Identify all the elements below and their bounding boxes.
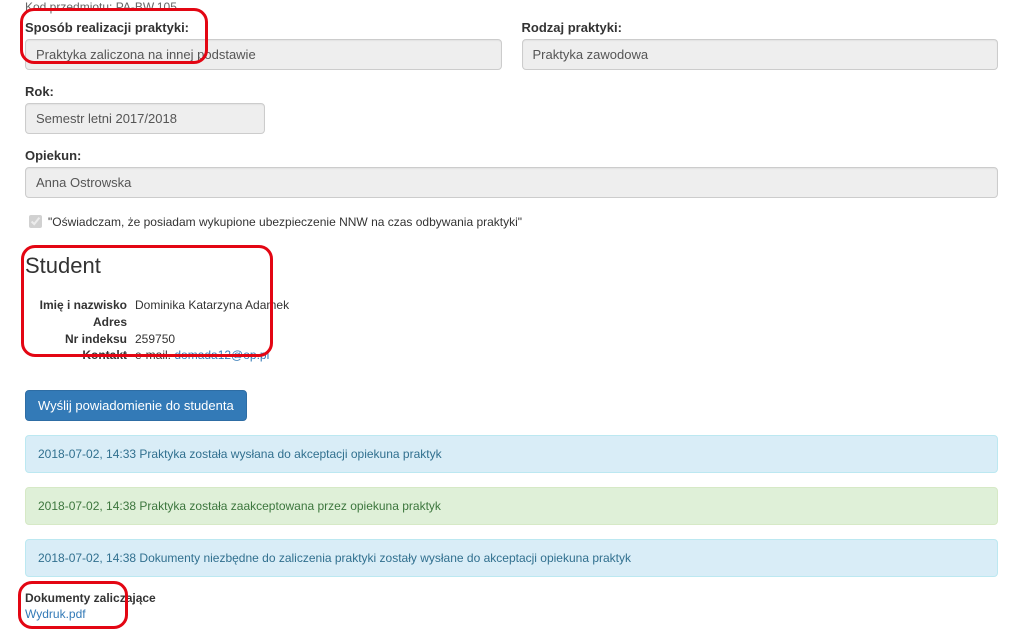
student-name: Dominika Katarzyna Adamek xyxy=(135,297,289,314)
log-entry: 2018-07-02, 14:38 Praktyka została zaakc… xyxy=(25,487,998,525)
highlight-docs xyxy=(18,581,128,629)
student-kontakt: e-mail. domada12@op.pl xyxy=(135,347,269,364)
log-entry: 2018-07-02, 14:33 Praktyka została wysła… xyxy=(25,435,998,473)
docs-title: Dokumenty zaliczające xyxy=(25,591,998,605)
opiekun-label: Opiekun: xyxy=(25,148,998,163)
student-name-label: Imię i nazwisko xyxy=(25,297,135,314)
sposob-label: Sposób realizacji praktyki: xyxy=(25,20,502,35)
student-email-link[interactable]: domada12@op.pl xyxy=(174,348,269,362)
student-index: 259750 xyxy=(135,331,175,348)
rodzaj-value: Praktyka zawodowa xyxy=(522,39,999,70)
oswiadczenie-text: "Oświadczam, że posiadam wykupione ubezp… xyxy=(48,215,522,229)
student-kontakt-label: Kontakt xyxy=(25,347,135,364)
rodzaj-label: Rodzaj praktyki: xyxy=(522,20,999,35)
student-adres-label: Adres xyxy=(25,314,135,331)
student-heading: Student xyxy=(25,253,998,279)
oswiadczenie-checkbox[interactable] xyxy=(29,215,42,228)
rok-label: Rok: xyxy=(25,84,998,99)
sposob-value: Praktyka zaliczona na innej podstawie xyxy=(25,39,502,70)
docs-file-link[interactable]: Wydruk.pdf xyxy=(25,607,86,621)
rok-value: Semestr letni 2017/2018 xyxy=(25,103,265,134)
log-entry: 2018-07-02, 14:38 Dokumenty niezbędne do… xyxy=(25,539,998,577)
opiekun-value: Anna Ostrowska xyxy=(25,167,998,198)
student-index-label: Nr indeksu xyxy=(25,331,135,348)
kod-przedmiotu: Kod przedmiotu: PA-BW.105 xyxy=(0,0,1023,20)
send-notification-button[interactable]: Wyślij powiadomienie do studenta xyxy=(25,390,247,421)
